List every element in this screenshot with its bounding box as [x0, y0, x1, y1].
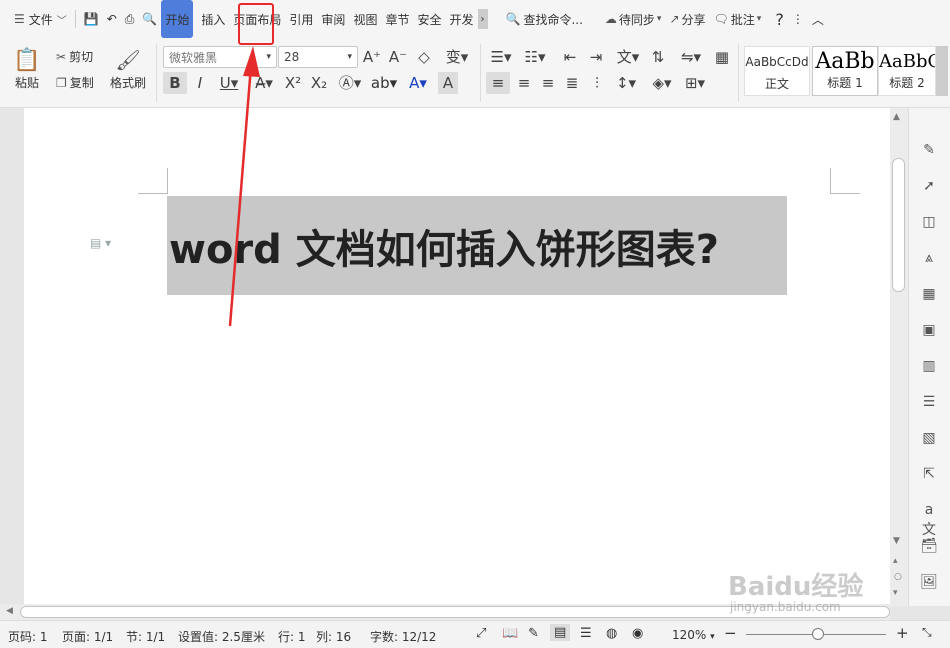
annotation-arrow — [228, 46, 260, 327]
